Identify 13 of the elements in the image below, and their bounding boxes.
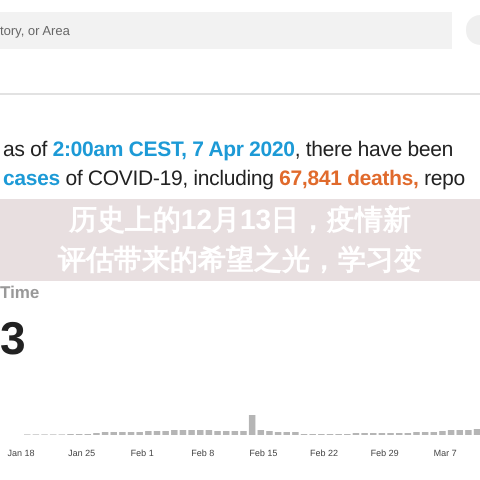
big-number: 3: [0, 313, 27, 363]
axis-label: Jan 18: [7, 447, 35, 460]
summary-text: cases of COVID-19, including 67,841 deaths, repo: [2, 166, 466, 192]
axis-label: Jan 25: [68, 447, 96, 460]
axis-label: Mar 7: [434, 447, 457, 460]
axis-label: Feb 8: [191, 447, 214, 460]
axis-label: Feb 22: [310, 447, 338, 460]
axis-label: Feb 29: [370, 447, 399, 460]
axis-label: Feb 15: [249, 447, 278, 460]
summary-text: as of 2:00am CEST, 7 Apr 2020, there have been: [2, 137, 454, 163]
search-field[interactable]: tory, or Area: [0, 12, 452, 49]
section-title: Time: [0, 283, 40, 303]
axis-label: Feb 1: [130, 447, 154, 460]
